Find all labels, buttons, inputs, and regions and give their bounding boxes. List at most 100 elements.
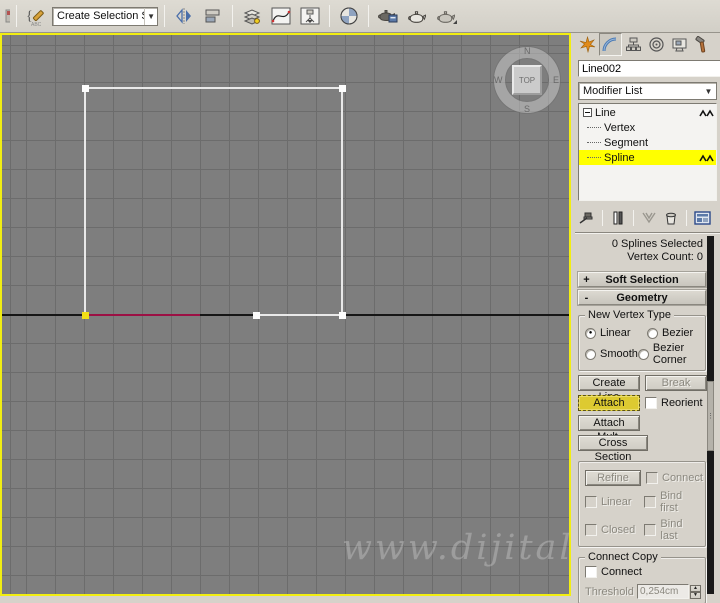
vertex-top-right[interactable]	[339, 85, 346, 92]
refine-button[interactable]: Refine	[585, 470, 641, 486]
spinner-down-icon[interactable]: ▼	[690, 591, 701, 599]
spline-edge-bottom[interactable]	[256, 314, 343, 316]
top-viewport[interactable]: www.dijitalde N S E W TOP	[0, 33, 571, 596]
checkbox-box[interactable]	[644, 496, 657, 508]
viewcube-south-label[interactable]: S	[524, 104, 530, 114]
spline-edge-left[interactable]	[84, 87, 86, 316]
reorient-checkbox[interactable]: Reorient	[645, 397, 703, 409]
svg-text:ABC: ABC	[31, 22, 42, 27]
selection-info: 0 Splines Selected Vertex Count: 0	[578, 238, 706, 264]
named-selection-set-combo[interactable]: Create Selection Se ▼	[52, 6, 158, 26]
attach-mult-button[interactable]: Attach Mult.	[578, 415, 640, 443]
object-name-field[interactable]	[578, 60, 720, 77]
connect-copy-checkbox[interactable]: Connect	[585, 566, 642, 578]
viewcube-east-label[interactable]: E	[553, 75, 559, 85]
rollout-geometry[interactable]: - Geometry	[578, 290, 706, 305]
radio-dot[interactable]	[585, 348, 596, 360]
group-label: New Vertex Type	[585, 309, 674, 321]
radio-dot[interactable]	[647, 327, 658, 339]
pin-stack-icon[interactable]	[577, 208, 597, 228]
toolbar-separator	[686, 210, 687, 226]
vertex-top-left[interactable]	[82, 85, 89, 92]
render-setup-icon[interactable]	[375, 3, 401, 29]
rollout-soft-selection[interactable]: + Soft Selection	[578, 272, 706, 287]
stack-row-spline-selected[interactable]: Spline	[579, 150, 716, 165]
radio-dot[interactable]	[637, 348, 649, 360]
viewcube-north-label[interactable]: N	[524, 46, 531, 56]
modifier-list-dropdown[interactable]: Modifier List ▼	[578, 82, 717, 100]
make-unique-icon[interactable]	[639, 208, 659, 228]
stack-row-vertex[interactable]: Vertex	[579, 120, 716, 135]
radio-bezier-corner[interactable]: Bezier Corner	[637, 342, 701, 366]
bind-last-checkbox-disabled[interactable]: Bind last	[644, 518, 701, 542]
align-icon[interactable]	[200, 3, 226, 29]
modifier-list-arrow-icon[interactable]: ▼	[701, 83, 716, 99]
combo-dropdown-arrow-icon[interactable]: ▼	[144, 7, 157, 25]
tab-display[interactable]	[668, 33, 691, 56]
schematic-view-icon[interactable]	[297, 3, 323, 29]
mirror-icon[interactable]	[171, 3, 197, 29]
vertex-bottom-mid[interactable]	[253, 312, 260, 319]
rendered-frame-window-icon[interactable]	[404, 3, 430, 29]
collapse-icon[interactable]	[583, 108, 592, 117]
group-label: Connect Copy	[585, 551, 661, 563]
checkbox-box[interactable]	[644, 524, 657, 536]
rollout-collapse-icon[interactable]: -	[581, 292, 592, 304]
red-spline-segment[interactable]	[84, 314, 200, 316]
bind-first-checkbox-disabled[interactable]: Bind first	[644, 490, 701, 514]
closed-checkbox-disabled[interactable]: Closed	[585, 524, 639, 536]
tab-hierarchy[interactable]	[622, 33, 645, 56]
refine-group: Refine Connect Linear Bind first Closed …	[578, 461, 706, 547]
linear-checkbox-disabled[interactable]: Linear	[585, 496, 639, 508]
tree-connector	[587, 142, 601, 143]
clipped-toolbar-icon	[2, 4, 10, 28]
spline-edge-right[interactable]	[341, 87, 343, 316]
tab-modify[interactable]	[599, 33, 622, 56]
viewcube[interactable]: N S E W TOP	[494, 46, 560, 114]
modifier-stack[interactable]: Line Vertex Segment Spline	[578, 103, 717, 201]
radio-smooth[interactable]: Smooth	[585, 342, 638, 366]
stack-row-segment[interactable]: Segment	[579, 135, 716, 150]
show-end-result-icon[interactable]	[608, 208, 628, 228]
viewcube-top-face[interactable]: TOP	[512, 65, 542, 95]
tab-motion[interactable]	[645, 33, 668, 56]
tab-utilities[interactable]	[691, 33, 714, 56]
stack-row-line[interactable]: Line	[579, 105, 716, 120]
attach-button-active[interactable]: Attach	[578, 395, 640, 411]
spinner-up-icon[interactable]: ▲	[690, 584, 701, 592]
remove-modifier-icon[interactable]	[661, 208, 681, 228]
tab-create[interactable]	[576, 33, 599, 56]
cross-section-button[interactable]: Cross Section	[578, 435, 648, 463]
checkbox-box[interactable]	[585, 496, 597, 508]
edit-named-selection-sets-icon[interactable]: { ABC	[23, 3, 49, 29]
configure-modifier-sets-icon[interactable]	[692, 208, 712, 228]
curve-editor-icon[interactable]	[268, 3, 294, 29]
radio-bezier[interactable]: Bezier	[647, 327, 693, 339]
vertex-bottom-right[interactable]	[339, 312, 346, 319]
layer-manager-icon[interactable]	[239, 3, 265, 29]
checkbox-box[interactable]	[645, 397, 657, 409]
connect-checkbox-disabled[interactable]: Connect	[646, 472, 703, 484]
panel-scrollbar[interactable]: ⋮	[707, 236, 714, 594]
break-button[interactable]: Break	[645, 375, 707, 391]
viewcube-west-label[interactable]: W	[494, 75, 503, 85]
checkbox-box[interactable]	[585, 566, 597, 578]
new-vertex-type-group: New Vertex Type ● Linear Bezier Smooth B…	[578, 309, 706, 371]
viewport-grid[interactable]: www.dijitalde N S E W TOP	[2, 35, 569, 594]
checkbox-box[interactable]	[585, 524, 597, 536]
create-line-button[interactable]: Create Line	[578, 375, 640, 403]
rollout-expand-icon[interactable]: +	[581, 274, 592, 286]
material-editor-icon[interactable]	[336, 3, 362, 29]
spline-edge-top[interactable]	[84, 87, 343, 89]
first-vertex-yellow[interactable]	[82, 312, 89, 319]
splines-selected-text: 0 Splines Selected	[611, 238, 703, 250]
scrollbar-thumb[interactable]: ⋮	[707, 381, 714, 451]
stack-item-label: Vertex	[604, 121, 636, 134]
radio-dot[interactable]: ●	[585, 327, 596, 339]
spinner-arrows[interactable]: ▲ ▼	[690, 584, 701, 599]
radio-linear[interactable]: ● Linear	[585, 327, 647, 339]
threshold-value-field[interactable]	[637, 584, 689, 599]
render-production-icon[interactable]	[433, 3, 459, 29]
checkbox-box[interactable]	[646, 472, 658, 484]
connect-threshold-spinner[interactable]: ▲▼	[637, 584, 701, 599]
